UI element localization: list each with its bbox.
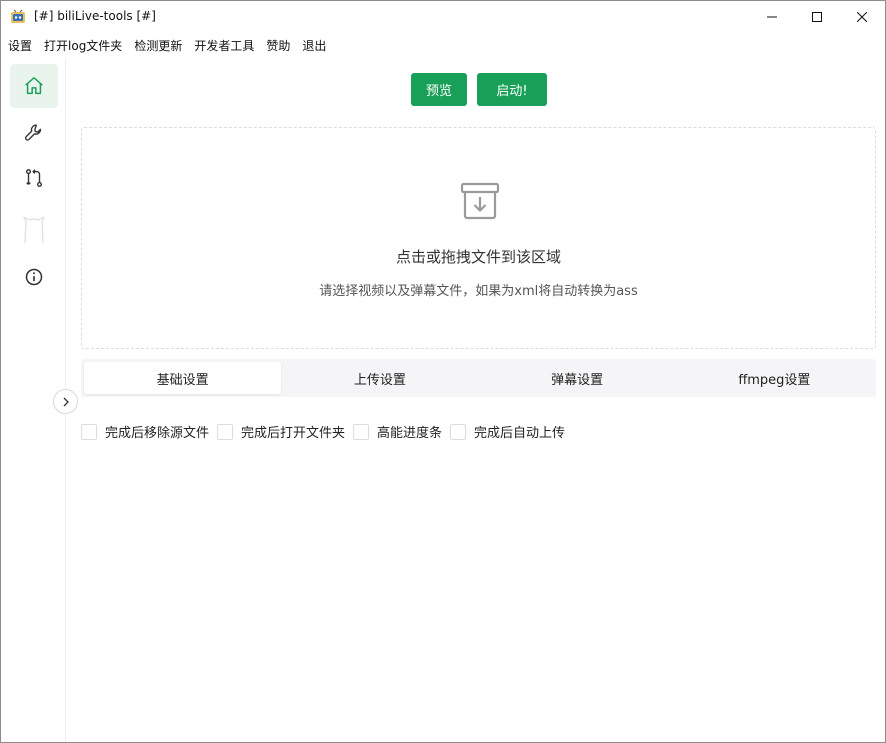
app-window: [#] biliLive-tools [#] 设置 打开log文件夹 检测更新 … <box>0 0 886 743</box>
file-dropzone[interactable]: 点击或拖拽文件到该区域 请选择视频以及弹幕文件，如果为xml将自动转换为ass <box>81 127 876 349</box>
option-open-folder[interactable]: 完成后打开文件夹 <box>217 422 345 441</box>
highlight-progress-checkbox[interactable] <box>353 423 370 440</box>
chevron-right-icon <box>63 397 69 406</box>
preview-button[interactable]: 预览 <box>411 73 467 106</box>
home-icon <box>25 77 43 95</box>
option-remove-source[interactable]: 完成后移除源文件 <box>81 422 209 441</box>
option-label: 完成后移除源文件 <box>105 426 210 441</box>
menu-open-log-folder[interactable]: 打开log文件夹 <box>38 36 128 56</box>
sidebar-item-home[interactable] <box>10 64 58 108</box>
settings-tabs: 基础设置 上传设置 弹幕设置 ffmpeg设置 <box>81 359 876 397</box>
sidebar-toggle-button[interactable] <box>53 389 78 414</box>
close-button[interactable] <box>839 1 885 33</box>
menu-settings[interactable]: 设置 <box>1 36 38 56</box>
cat-icon <box>23 216 45 244</box>
tab-ffmpeg-settings[interactable]: ffmpeg设置 <box>676 362 873 394</box>
menu-exit[interactable]: 退出 <box>296 36 332 56</box>
sidebar-item-about[interactable] <box>10 255 58 299</box>
maximize-icon <box>812 12 822 22</box>
sidebar-item-cat[interactable] <box>10 208 58 252</box>
option-auto-upload[interactable]: 完成后自动上传 <box>450 422 565 441</box>
minimize-icon <box>767 16 777 18</box>
tab-basic-settings[interactable]: 基础设置 <box>84 362 282 394</box>
tab-upload-settings[interactable]: 上传设置 <box>281 362 478 394</box>
menu-bar: 设置 打开log文件夹 检测更新 开发者工具 赞助 退出 <box>1 35 332 57</box>
menu-check-update[interactable]: 检测更新 <box>128 36 188 56</box>
option-label: 完成后自动上传 <box>474 426 566 441</box>
dropzone-hint: 请选择视频以及弹幕文件，如果为xml将自动转换为ass <box>319 284 638 299</box>
git-compare-icon <box>25 169 43 187</box>
archive-download-icon <box>459 180 501 222</box>
sidebar-item-convert[interactable] <box>10 156 58 200</box>
dropzone-title: 点击或拖拽文件到该区域 <box>395 248 561 266</box>
options-row: 完成后移除源文件 完成后打开文件夹 高能进度条 完成后自动上传 <box>81 422 573 441</box>
option-highlight-progress[interactable]: 高能进度条 <box>353 422 442 441</box>
option-label: 完成后打开文件夹 <box>241 426 346 441</box>
app-logo-icon <box>10 9 26 25</box>
option-label: 高能进度条 <box>377 426 443 441</box>
close-icon <box>857 12 867 22</box>
start-button[interactable]: 启动! <box>477 73 547 106</box>
tab-danmaku-settings[interactable]: 弹幕设置 <box>479 362 676 394</box>
remove-source-checkbox[interactable] <box>81 423 97 440</box>
auto-upload-checkbox[interactable] <box>450 423 467 440</box>
menu-dev-tools[interactable]: 开发者工具 <box>188 36 260 56</box>
maximize-button[interactable] <box>794 1 840 33</box>
title-bar: [#] biliLive-tools [#] <box>1 1 885 33</box>
open-folder-checkbox[interactable] <box>217 423 234 440</box>
info-icon <box>25 268 43 286</box>
sidebar-item-tools[interactable] <box>10 111 58 155</box>
window-title: [#] biliLive-tools [#] <box>34 9 156 23</box>
wrench-icon <box>25 124 42 141</box>
menu-sponsor[interactable]: 赞助 <box>260 36 296 56</box>
minimize-button[interactable] <box>749 1 795 33</box>
